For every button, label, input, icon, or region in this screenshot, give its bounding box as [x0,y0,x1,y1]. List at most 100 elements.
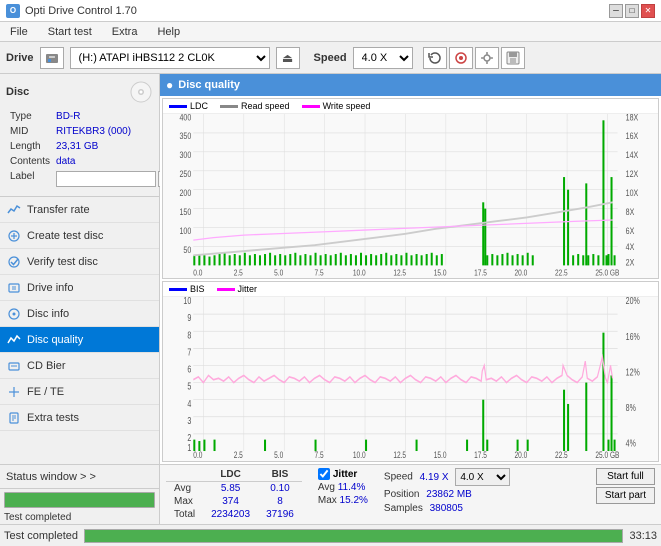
start-full-button[interactable]: Start full [596,468,655,485]
drive-info-icon [6,280,22,296]
bottom-status-bar: Test completed 33:13 [0,524,661,546]
verify-test-disc-icon [6,254,22,270]
status-window-button[interactable]: Status window > > [0,465,159,489]
start-buttons: Start full Start part [596,468,655,504]
dq-icon: ● [166,78,173,92]
sidebar-item-cd-bier[interactable]: CD Bier [0,353,159,379]
drive-icon [40,47,64,69]
svg-text:2X: 2X [626,258,635,268]
speed-position-section: Speed 4.19 X 4.0 X Position 23862 MB Sam… [384,468,510,514]
position-value: 23862 MB [426,489,472,500]
sidebar-item-extra-tests[interactable]: Extra tests [0,405,159,431]
stats-table: LDC BIS Avg 5.85 0.10 Max 374 8 [166,468,302,521]
transfer-rate-icon [6,202,22,218]
burn-icon[interactable] [449,47,473,69]
jitter-checkbox[interactable] [318,468,330,480]
length-value: 23,31 GB [54,140,176,153]
svg-text:300: 300 [180,150,192,160]
svg-text:4X: 4X [626,243,635,253]
jitter-label: Jitter [333,469,357,480]
app-icon: O [6,4,20,18]
settings-icon[interactable] [475,47,499,69]
label-input[interactable] [56,171,156,187]
content-area: ● Disc quality LDC Read speed [160,74,661,524]
disc-info-icon [6,306,22,322]
jitter-max-value: 15.2% [340,495,368,506]
start-part-button[interactable]: Start part [596,487,655,504]
total-bis-value: 37196 [258,508,302,521]
sidebar-item-disc-quality[interactable]: Disc quality [0,327,159,353]
fe-te-icon [6,384,22,400]
svg-text:8: 8 [187,329,191,341]
disc-title: Disc [6,86,29,98]
sidebar-label-cd-bier: CD Bier [27,360,66,372]
svg-text:400: 400 [180,114,192,123]
svg-text:12.5: 12.5 [393,450,406,460]
svg-text:4%: 4% [626,438,636,450]
legend-write-speed: Write speed [302,101,371,111]
speed-select[interactable]: 4.0 X [353,47,413,69]
create-test-disc-icon [6,228,22,244]
maximize-button[interactable]: □ [625,4,639,18]
dq-title: Disc quality [178,79,240,91]
type-label: Type [8,110,52,123]
sidebar-item-drive-info[interactable]: Drive info [0,275,159,301]
svg-text:50: 50 [183,245,191,255]
svg-text:20.0: 20.0 [515,268,528,278]
svg-text:1: 1 [187,442,191,454]
toolbar-icons [423,47,525,69]
sidebar-item-transfer-rate[interactable]: Transfer rate [0,197,159,223]
speed-select-stats[interactable]: 4.0 X [455,468,510,486]
sidebar-progress-bar [4,492,155,508]
svg-text:12X: 12X [626,169,639,179]
sidebar-item-create-test-disc[interactable]: Create test disc [0,223,159,249]
max-ldc-value: 374 [203,495,258,508]
row-max-label: Max [166,495,203,508]
sidebar-label-extra-tests: Extra tests [27,412,79,424]
svg-text:7.5: 7.5 [315,268,324,278]
samples-value: 380805 [430,503,463,514]
svg-text:15.0: 15.0 [434,450,447,460]
svg-text:20%: 20% [626,297,640,306]
menu-file[interactable]: File [4,24,34,40]
label-input-row [56,171,174,187]
minimize-button[interactable]: ─ [609,4,623,18]
menu-start-test[interactable]: Start test [42,24,98,40]
menu-help[interactable]: Help [151,24,186,40]
title-bar-left: O Opti Drive Control 1.70 [6,4,137,18]
position-label: Position [384,489,420,500]
svg-text:8%: 8% [626,402,636,414]
menu-extra[interactable]: Extra [106,24,144,40]
svg-text:10X: 10X [626,188,639,198]
col-bis: BIS [258,468,302,482]
refresh-icon[interactable] [423,47,447,69]
speed-label: Speed [314,52,347,64]
sidebar: Disc Type BD-R MID RITEKBR3 (000) Length… [0,74,160,524]
label-label: Label [8,170,52,188]
svg-text:2.5: 2.5 [234,450,244,460]
type-value: BD-R [54,110,176,123]
svg-text:12%: 12% [626,366,640,378]
svg-text:18X: 18X [626,114,639,123]
sidebar-item-verify-test-disc[interactable]: Verify test disc [0,249,159,275]
position-row: Position 23862 MB [384,489,510,500]
jitter-max-label: Max [318,495,340,506]
bottom-time: 33:13 [629,530,657,542]
sidebar-item-disc-info[interactable]: Disc info [0,301,159,327]
close-button[interactable]: ✕ [641,4,655,18]
svg-text:200: 200 [180,188,192,198]
jitter-header: Jitter [318,468,368,480]
col-empty [166,468,203,482]
drive-select[interactable]: (H:) ATAPI iHBS112 2 CL0K [70,47,270,69]
save-icon[interactable] [501,47,525,69]
svg-text:20.0: 20.0 [515,450,528,460]
sidebar-item-fe-te[interactable]: FE / TE [0,379,159,405]
jitter-avg-label: Avg [318,482,338,493]
chart1-legend: LDC Read speed Write speed [163,99,658,114]
eject-button[interactable]: ⏏ [276,47,300,69]
speed-label: Speed [384,472,413,483]
cd-bier-icon [6,358,22,374]
row-total-label: Total [166,508,203,521]
chart2-svg: 10 9 8 7 6 5 4 3 2 1 20% 16% 12% [163,297,658,461]
drive-label: Drive [6,52,34,64]
